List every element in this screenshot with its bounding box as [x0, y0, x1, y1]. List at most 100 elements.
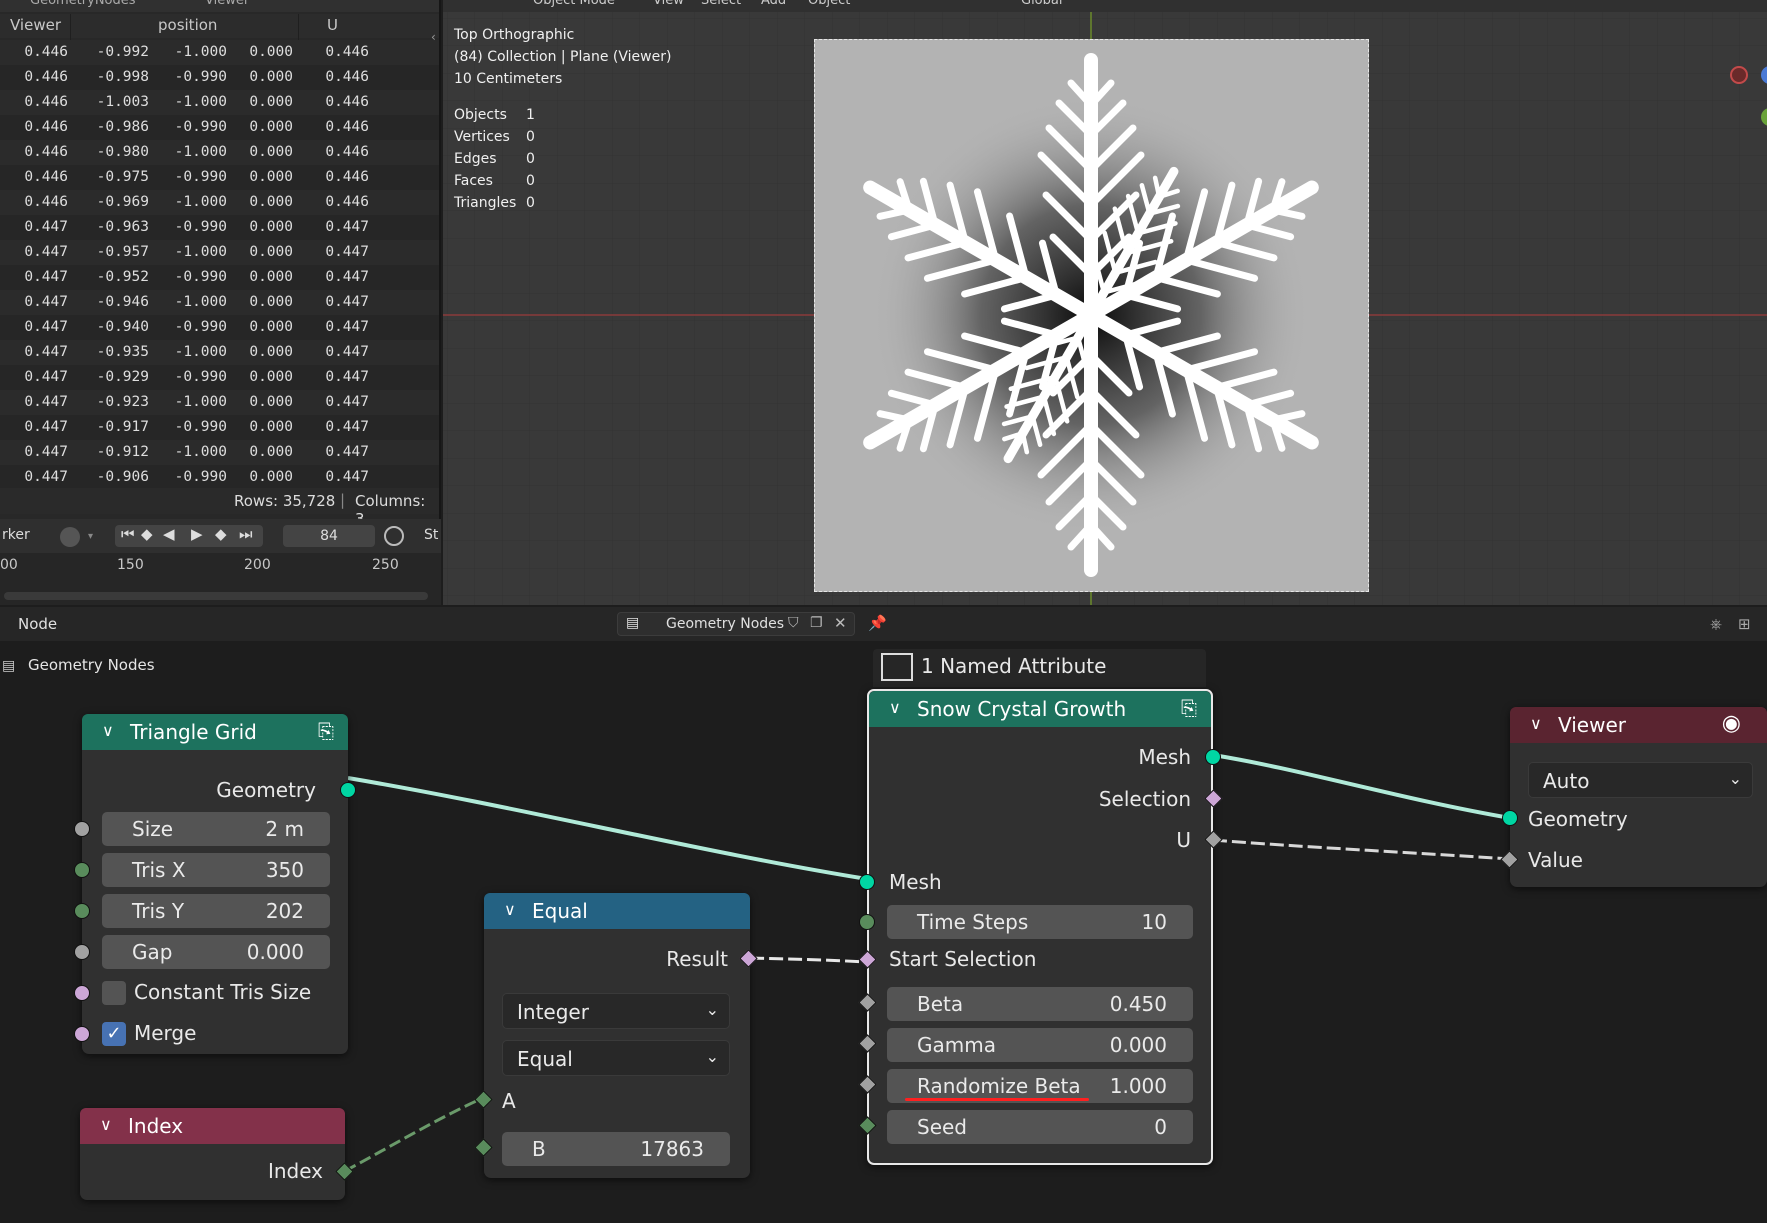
table-cell: 0.447	[325, 469, 369, 485]
snow-crystal-growth-node[interactable]: ∨ Snow Crystal Growth ⎘ Mesh Selection U…	[858, 689, 1223, 1165]
node-title: Triangle Grid	[130, 720, 257, 744]
field-label: Randomize Beta	[917, 1074, 1081, 1098]
play-reverse-icon[interactable]: ◀	[163, 525, 175, 543]
column-header[interactable]: Viewer	[10, 16, 61, 34]
field-label: Beta	[917, 992, 964, 1016]
collapse-arrow-icon[interactable]: ‹	[431, 30, 436, 44]
table-cell: 0.000	[249, 69, 293, 85]
stat-value: 0	[526, 195, 535, 211]
equal-compare-node[interactable]: ∨ Equal Result Integer ⌄ Equal ⌄ A B 17863	[474, 893, 758, 1178]
stopwatch-icon[interactable]	[384, 526, 404, 546]
operation-dropdown[interactable]: Equal ⌄	[502, 1040, 730, 1076]
chevron-down-icon[interactable]: ▾	[88, 531, 93, 551]
a-input-label: A	[502, 1089, 516, 1113]
b-field[interactable]: B 17863	[502, 1132, 730, 1166]
merge-input-socket[interactable]	[74, 1026, 90, 1042]
node-editor[interactable]: Node ▤ Geometry Nodes ⛉ ❐ ✕ 📌 ⎈ ⊞ ▤ Geom…	[0, 607, 1767, 1223]
prev-keyframe-icon[interactable]: ◆	[141, 525, 153, 543]
gizmo-x-icon[interactable]	[1730, 66, 1748, 84]
collapse-chevron-icon[interactable]: ∨	[504, 900, 516, 919]
ruler-tick: 250	[372, 557, 399, 573]
node-header[interactable]: ∨ Index	[80, 1108, 345, 1144]
collapse-chevron-icon[interactable]: ∨	[889, 698, 901, 717]
node-header[interactable]: ∨ Triangle Grid ⎘	[82, 714, 348, 750]
jump-end-icon[interactable]: ⏭	[239, 525, 253, 543]
merge-checkbox[interactable]: ✓	[102, 1022, 126, 1046]
tris-y-field[interactable]: Tris Y 202	[102, 894, 330, 928]
table-cell: 0.447	[325, 244, 369, 260]
time-steps-field[interactable]: Time Steps 10	[887, 905, 1193, 939]
table-cell: -0.990	[174, 369, 227, 385]
mesh-output-socket[interactable]	[1205, 749, 1221, 765]
marker-menu[interactable]: rker	[2, 527, 30, 547]
table-cell: -0.957	[96, 244, 149, 260]
column-header[interactable]: position	[158, 16, 217, 34]
table-cell: -0.963	[96, 219, 149, 235]
column-header[interactable]: U	[327, 16, 338, 34]
size-input-socket[interactable]	[74, 821, 90, 837]
tris-x-field[interactable]: Tris X 350	[102, 853, 330, 887]
start-selection-label: Start Selection	[889, 947, 1037, 971]
table-cell: 0.446	[325, 44, 369, 60]
node-header[interactable]: ∨ Snow Crystal Growth ⎘	[869, 691, 1211, 727]
table-row: 0.447 -0.929 -0.990 0.000 0.447	[0, 365, 439, 390]
record-icon[interactable]	[60, 527, 80, 547]
3d-viewport[interactable]: Object Mode View Select Add Object Globa…	[443, 0, 1767, 605]
domain-dropdown[interactable]: Auto ⌄	[1528, 762, 1753, 798]
node-header[interactable]: ∨ Viewer ◉	[1510, 707, 1767, 743]
triangle-grid-node[interactable]: ∨ Triangle Grid ⎘ Geometry Size 2 m Tris …	[74, 714, 356, 1054]
object-menu[interactable]: Object	[808, 0, 850, 8]
index-node[interactable]: ∨ Index Index	[80, 1108, 354, 1200]
table-cell: -0.990	[174, 419, 227, 435]
timeline-scrollbar[interactable]	[4, 592, 428, 600]
table-row: 0.447 -0.963 -0.990 0.000 0.447	[0, 215, 439, 240]
play-icon[interactable]: ▶	[191, 525, 203, 543]
next-keyframe-icon[interactable]: ◆	[215, 525, 227, 543]
breadcrumb-item[interactable]: GeometryNodes	[30, 0, 136, 8]
size-field[interactable]: Size 2 m	[102, 812, 330, 846]
add-menu[interactable]: Add	[761, 0, 786, 8]
eye-icon[interactable]: ◉	[1722, 711, 1741, 736]
collapse-chevron-icon[interactable]: ∨	[102, 721, 114, 740]
field-value: 1.000	[1109, 1074, 1167, 1098]
collapse-chevron-icon[interactable]: ∨	[1530, 714, 1542, 733]
geometry-output-socket[interactable]	[340, 782, 356, 798]
node-header[interactable]: ∨ Equal	[484, 893, 750, 929]
data-type-dropdown[interactable]: Integer ⌄	[502, 993, 730, 1029]
orientation-dropdown[interactable]: Global	[1021, 0, 1062, 8]
constant-input-socket[interactable]	[74, 985, 90, 1001]
tris-x-input-socket[interactable]	[74, 862, 90, 878]
breadcrumb-item[interactable]: Viewer	[205, 0, 249, 8]
beta-field[interactable]: Beta 0.450	[887, 987, 1193, 1021]
viewer-plane-object[interactable]	[814, 39, 1369, 592]
viewer-node[interactable]: ∨ Viewer ◉ Auto ⌄ Geometry Value	[1500, 707, 1767, 887]
time-steps-input-socket[interactable]	[859, 914, 875, 930]
table-cell: -0.917	[96, 419, 149, 435]
table-cell: 0.447	[24, 244, 68, 260]
named-attribute-frame[interactable]: 1 Named Attribute	[873, 649, 1206, 687]
gap-field[interactable]: Gap 0.000	[102, 935, 330, 969]
gamma-field[interactable]: Gamma 0.000	[887, 1028, 1193, 1062]
jump-start-icon[interactable]: ⏮	[121, 525, 135, 543]
seed-field[interactable]: Seed 0	[887, 1110, 1193, 1144]
start-field[interactable]: St	[424, 527, 438, 547]
mode-dropdown[interactable]: Object Mode	[533, 0, 615, 8]
link-geometry	[347, 776, 868, 881]
footer-divider: |	[340, 491, 346, 509]
tris-y-input-socket[interactable]	[74, 903, 90, 919]
table-cell: -1.000	[174, 294, 227, 310]
current-frame-field[interactable]: 84	[283, 525, 375, 547]
constant-tris-size-checkbox[interactable]	[102, 981, 126, 1005]
geometry-input-socket[interactable]	[1502, 810, 1518, 826]
select-menu[interactable]: Select	[701, 0, 741, 8]
table-cell: 0.446	[24, 169, 68, 185]
node-group-icon[interactable]: ⎘	[318, 719, 334, 743]
table-cell: 0.446	[325, 94, 369, 110]
view-menu[interactable]: View	[653, 0, 684, 8]
mesh-input-socket[interactable]	[859, 874, 875, 890]
link-mesh	[1212, 753, 1511, 820]
table-cell: -0.998	[96, 69, 149, 85]
collapse-chevron-icon[interactable]: ∨	[100, 1115, 112, 1134]
gap-input-socket[interactable]	[74, 944, 90, 960]
node-group-icon[interactable]: ⎘	[1181, 696, 1197, 720]
